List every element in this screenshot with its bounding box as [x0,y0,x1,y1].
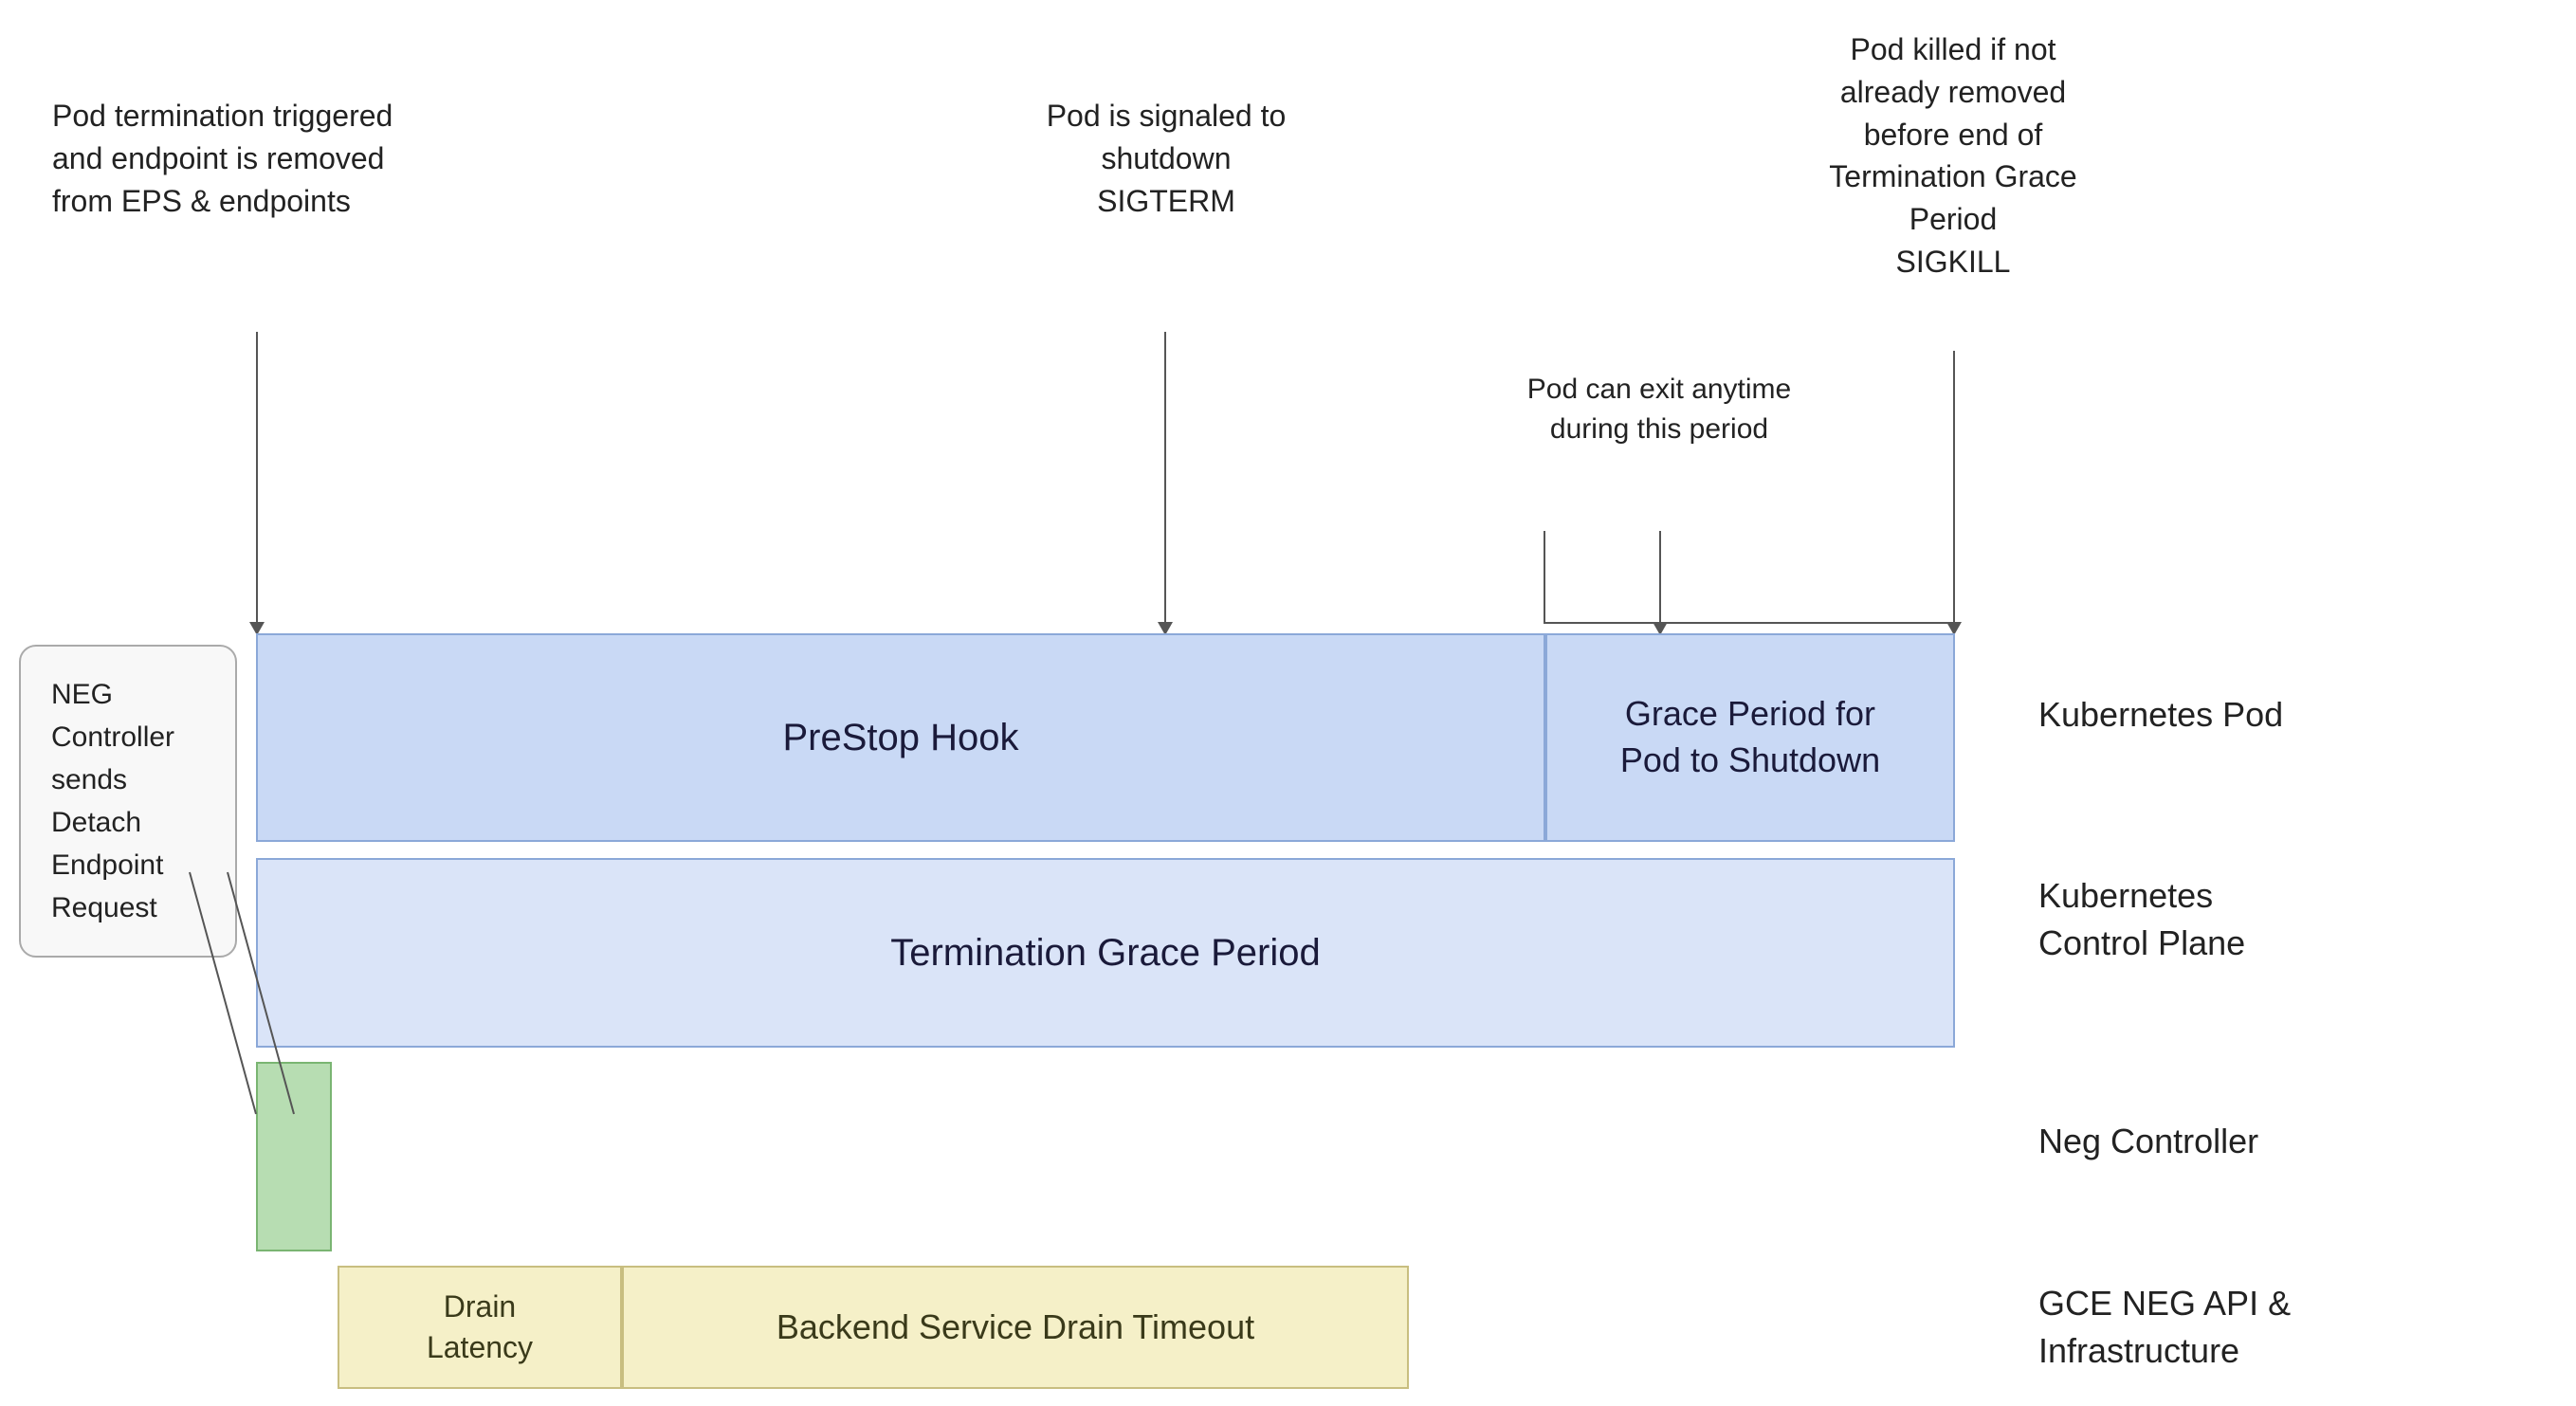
label-gce-neg: GCE NEG API & Infrastructure [2038,1280,2291,1376]
annotation-pod-termination: Pod termination triggered and endpoint i… [52,95,460,222]
arrow-pod-termination [256,332,258,626]
label-neg-controller: Neg Controller [2038,1119,2258,1165]
annotation-pod-signaled: Pod is signaled to shutdown SIGTERM [1005,95,1327,222]
diagram-container: Pod termination triggered and endpoint i… [0,0,2576,1406]
arrow-pod-killed [1953,351,1955,626]
label-kubernetes-control: Kubernetes Control Plane [2038,872,2245,968]
neg-controller-box [256,1062,332,1251]
grace-period-box: Grace Period for Pod to Shutdown [1545,633,1955,842]
termination-grace-box: Termination Grace Period [256,858,1955,1048]
annotation-pod-exit: Pod can exit anytime during this period [1489,370,1830,449]
neg-bubble: NEG Controller sends Detach Endpoint Req… [19,645,237,958]
label-kubernetes-pod: Kubernetes Pod [2038,692,2283,739]
h-line-exit [1544,622,1955,624]
arrow-pod-signaled [1164,332,1166,626]
v-line-exit-left [1544,531,1545,624]
prestop-hook-box: PreStop Hook [256,633,1545,842]
backend-drain-box: Backend Service Drain Timeout [622,1266,1409,1389]
annotation-pod-killed: Pod killed if not already removed before… [1726,28,2181,283]
drain-latency-box: Drain Latency [338,1266,622,1389]
v-line-exit-right [1659,531,1661,624]
